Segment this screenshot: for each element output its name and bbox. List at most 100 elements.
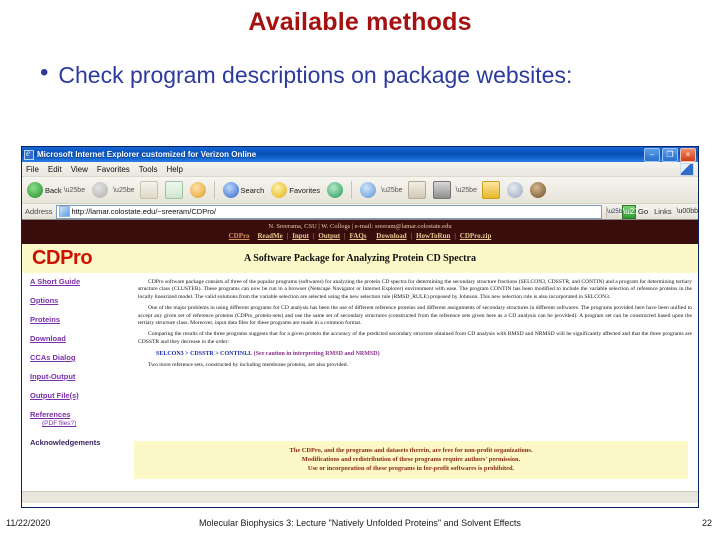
sidebar-item-options[interactable]: Options <box>30 296 134 305</box>
home-icon <box>189 182 206 198</box>
refresh-button[interactable] <box>163 181 185 199</box>
license-line-2: Modifications and redistribution of thes… <box>301 456 521 463</box>
browser-menubar: File Edit View Favorites Tools Help <box>22 162 698 177</box>
nav-sep: | <box>344 232 346 240</box>
nav-link-readme[interactable]: ReadMe <box>258 232 283 240</box>
media-button[interactable] <box>325 182 345 198</box>
home-button[interactable] <box>188 182 208 198</box>
nav-link-howtorun[interactable]: HowToRun <box>416 232 450 240</box>
links-label[interactable]: Links <box>654 207 674 216</box>
stop-button[interactable] <box>138 181 160 199</box>
menu-favorites[interactable]: Favorites <box>97 165 130 174</box>
nav-link-output[interactable]: Output <box>318 232 340 240</box>
site-banner: N. Sreerama, CSU | W. Collogs | e-mail: … <box>22 220 698 244</box>
address-dropdown-icon[interactable]: \u25bc <box>606 205 625 218</box>
media-icon <box>327 182 344 198</box>
minimize-icon: – <box>649 150 655 159</box>
nav-link-faqs[interactable]: FAQs <box>350 232 367 240</box>
go-button[interactable]: \u2192 Go <box>622 204 651 219</box>
nav-sep <box>371 232 373 240</box>
messenger-icon <box>529 182 546 198</box>
search-button[interactable]: Search <box>221 182 267 198</box>
license-line-1: The CDPro, and the programs and datasets… <box>289 447 533 454</box>
sidebar-item-ccas-dialog[interactable]: CCAs Dialog <box>30 353 134 362</box>
history-dropdown-icon[interactable]: \u25be <box>381 187 402 194</box>
slide: Available methods • Check program descri… <box>0 0 720 540</box>
webpage-body: A Short Guide Options Proteins Download … <box>22 273 698 503</box>
browser-toolbar: Back \u25be \u25be Search Favorites \u25… <box>22 177 698 204</box>
history-icon <box>360 182 377 198</box>
print-button[interactable] <box>431 181 453 199</box>
mail-icon <box>407 181 426 199</box>
nav-link-download[interactable]: Download <box>376 232 406 240</box>
maximize-button[interactable]: ❐ <box>662 148 678 162</box>
address-input[interactable]: http://lamar.colostate.edu/~sreeram/CDPr… <box>55 204 603 219</box>
sidebar-item-proteins[interactable]: Proteins <box>30 315 134 324</box>
license-notice: The CDPro, and the programs and datasets… <box>134 441 688 479</box>
toolbar-separator-2 <box>351 181 353 199</box>
internet-explorer-icon <box>24 148 34 160</box>
ranking-text: SELCON3 > CDSSTR > CONTINLL <box>156 351 253 358</box>
discuss-button[interactable] <box>505 182 525 198</box>
sidebar-item-output-files[interactable]: Output File(s) <box>30 391 134 400</box>
back-arrow-icon <box>27 182 43 198</box>
back-button[interactable]: Back \u25be <box>25 182 87 198</box>
paragraph-1: CDPro software package consists of three… <box>138 279 692 300</box>
paragraph-2: One of the major problems in using diffe… <box>138 305 692 327</box>
search-icon <box>222 182 239 198</box>
sidebar-item-references[interactable]: References (PDF files?) <box>30 410 134 428</box>
paragraph-4: Two more reference sets, constructed by … <box>148 362 348 369</box>
search-label: Search <box>240 185 265 195</box>
menu-file[interactable]: File <box>26 165 39 174</box>
page-title: Available methods <box>248 8 472 36</box>
close-icon: × <box>685 150 691 159</box>
minimize-button[interactable]: – <box>644 148 660 162</box>
menu-view[interactable]: View <box>71 165 88 174</box>
history-button[interactable] <box>358 182 378 198</box>
license-line-3: Use or incorporation of these programs i… <box>307 465 515 472</box>
nav-link-cdpro[interactable]: CDPro <box>229 232 250 240</box>
nav-sep: | <box>454 232 456 240</box>
menu-help[interactable]: Help <box>166 165 182 174</box>
edit-icon <box>481 181 500 199</box>
favorites-button[interactable]: Favorites <box>269 182 322 198</box>
maximize-icon: ❐ <box>666 150 674 159</box>
webpage-sidebar: A Short Guide Options Proteins Download … <box>22 273 134 503</box>
sidebar-references-label: References <box>30 410 71 419</box>
browser-titlebar: Microsoft Internet Explorer customized f… <box>22 147 698 162</box>
refresh-icon <box>164 181 183 199</box>
horizontal-scrollbar[interactable] <box>22 491 698 503</box>
nav-sep: | <box>410 232 413 240</box>
webpage-viewport: N. Sreerama, CSU | W. Collogs | e-mail: … <box>22 220 698 507</box>
close-button[interactable]: × <box>680 148 696 162</box>
sidebar-item-input-output[interactable]: Input-Output <box>30 372 134 381</box>
go-label: Go <box>638 207 649 216</box>
browser-window-screenshot: Microsoft Internet Explorer customized f… <box>21 146 699 508</box>
nav-sep: | <box>312 232 315 240</box>
windows-flag-icon <box>680 163 694 176</box>
site-logo-band: CDPro A Software Package for Analyzing P… <box>22 244 698 273</box>
sidebar-item-a-short-guide[interactable]: A Short Guide <box>30 277 134 286</box>
forward-dropdown-icon[interactable]: \u25be <box>113 187 134 194</box>
toolbar-overflow-icon[interactable]: \u00bb <box>677 208 698 215</box>
bullet-text: Check program descriptions on package we… <box>58 62 573 88</box>
print-dropdown-icon[interactable]: \u25be <box>456 187 477 194</box>
program-ranking: SELCON3 > CDSSTR > CONTINLL (See caution… <box>156 350 692 359</box>
mail-button[interactable] <box>406 181 428 199</box>
back-dropdown-icon[interactable]: \u25be <box>64 187 85 194</box>
edit-button[interactable] <box>480 181 502 199</box>
menu-tools[interactable]: Tools <box>139 165 158 174</box>
nav-link-cdpro-zip[interactable]: CDPro.zip <box>460 232 492 240</box>
nav-link-input[interactable]: Input <box>292 232 309 240</box>
nav-sep: | <box>286 232 289 240</box>
bullet-list: • Check program descriptions on package … <box>36 60 636 90</box>
sidebar-references-sub: (PDF files?) <box>42 420 77 427</box>
messenger-button[interactable] <box>528 182 548 198</box>
forward-button[interactable] <box>90 182 110 198</box>
menu-edit[interactable]: Edit <box>48 165 62 174</box>
stop-icon <box>139 181 158 199</box>
sidebar-item-acknowledgements[interactable]: Acknowledgements <box>30 438 134 447</box>
sidebar-item-download[interactable]: Download <box>30 334 134 343</box>
window-controls: – ❐ × <box>644 148 696 162</box>
address-label: Address <box>25 207 53 216</box>
